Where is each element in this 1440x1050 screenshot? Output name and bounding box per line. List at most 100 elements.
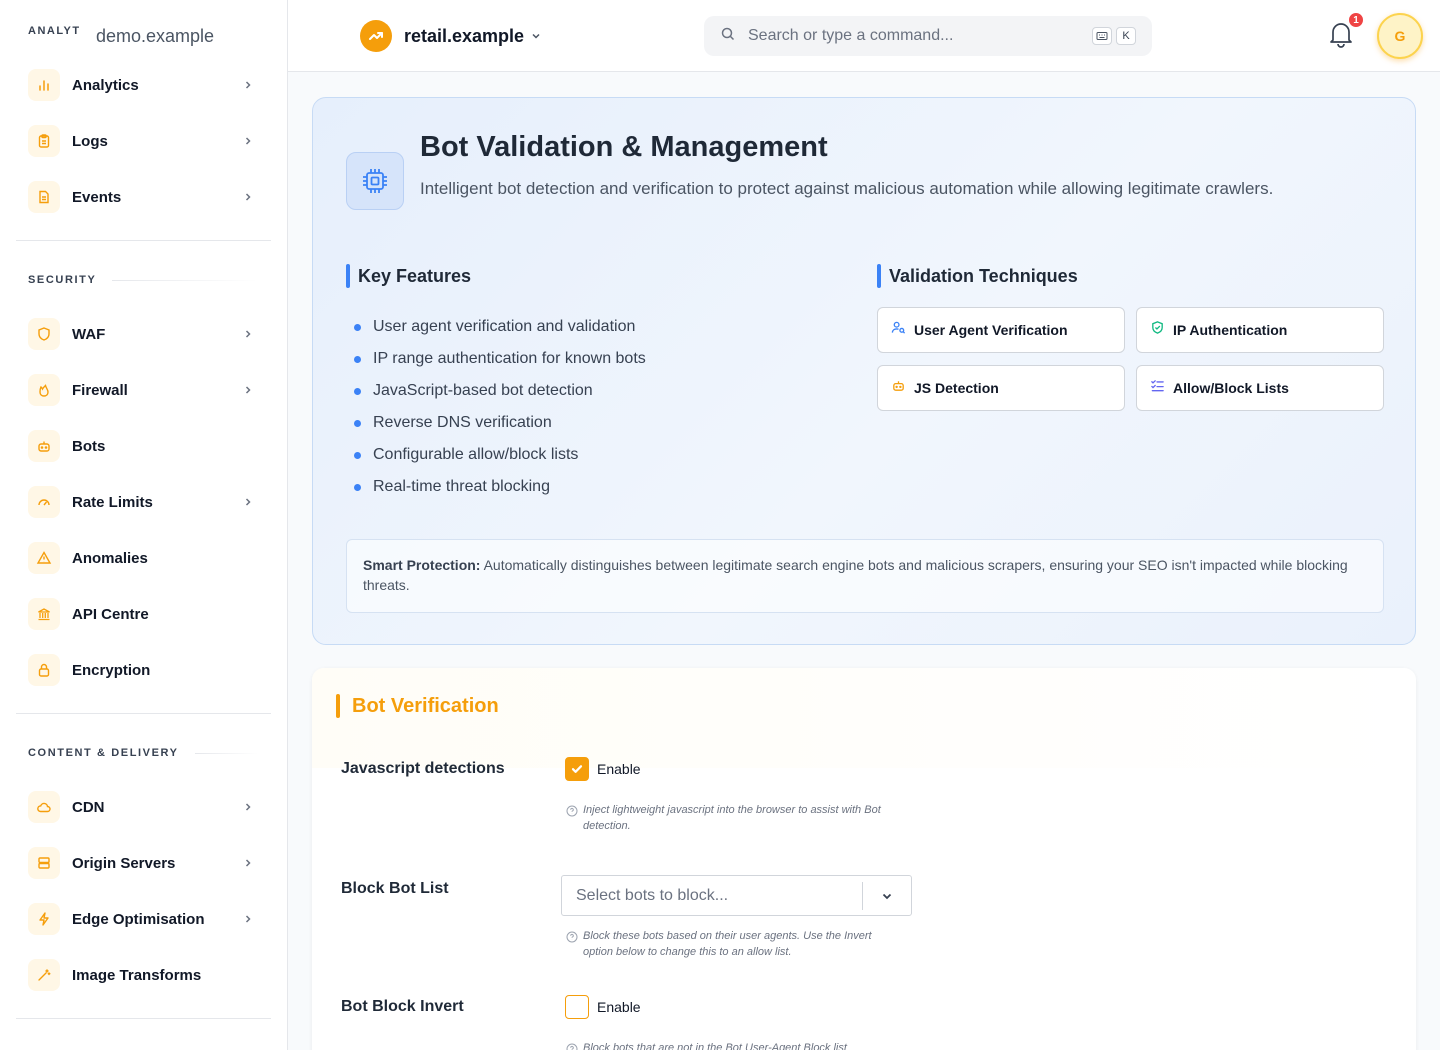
js-detection-checkbox[interactable] bbox=[565, 757, 589, 781]
sidebar-item-label: Events bbox=[72, 188, 122, 206]
key-features-list: User agent verification and validation I… bbox=[354, 311, 646, 503]
key-features-heading: Key Features bbox=[346, 264, 471, 288]
chevron-down-icon[interactable] bbox=[863, 889, 911, 903]
section-heading-security: SECURITY bbox=[28, 274, 258, 286]
list-item: IP range authentication for known bots bbox=[354, 343, 646, 375]
trend-up-icon bbox=[360, 20, 392, 52]
list-item: JavaScript-based bot detection bbox=[354, 375, 646, 407]
sidebar-item-label: Firewall bbox=[72, 381, 128, 399]
smart-protection-note: Smart Protection: Automatically distingu… bbox=[346, 539, 1384, 613]
sidebar-item-label: Bots bbox=[72, 437, 106, 455]
keyboard-icon bbox=[1092, 27, 1112, 45]
technique-allow-block-lists[interactable]: Allow/Block Lists bbox=[1136, 365, 1384, 411]
help-circle-icon bbox=[566, 804, 578, 817]
help-text: Block these bots based on their user age… bbox=[583, 930, 872, 958]
block-bot-list-label: Block Bot List bbox=[341, 880, 449, 897]
sidebar-item-label: API Centre bbox=[72, 605, 149, 623]
user-search-icon bbox=[891, 320, 906, 340]
shield-check-icon bbox=[1150, 320, 1165, 340]
page-description: Intelligent bot detection and verificati… bbox=[420, 179, 1274, 198]
sidebar-item-analytics[interactable]: Analytics bbox=[28, 67, 260, 103]
sidebar-item-label: Analytics bbox=[72, 76, 139, 94]
technique-ip-authentication[interactable]: IP Authentication bbox=[1136, 307, 1384, 353]
sidebar-item-label: Image Transforms bbox=[72, 966, 202, 984]
select-placeholder: Select bots to block... bbox=[576, 886, 729, 904]
technique-label: JS Detection bbox=[914, 380, 999, 396]
sidebar-item-label: Rate Limits bbox=[72, 493, 153, 511]
section-title: Bot Verification bbox=[336, 694, 499, 718]
sidebar-item-label: CDN bbox=[72, 798, 105, 816]
bot-block-invert-toggle[interactable]: Enable bbox=[565, 995, 641, 1019]
bot-icon bbox=[891, 378, 906, 398]
list-check-icon bbox=[1150, 378, 1165, 398]
smart-protection-label: Smart Protection: bbox=[363, 557, 481, 573]
sidebar-item-firewall[interactable]: Firewall bbox=[28, 372, 260, 408]
sidebar-item-label: Origin Servers bbox=[72, 854, 176, 872]
technique-js-detection[interactable]: JS Detection bbox=[877, 365, 1125, 411]
sidebar-divider bbox=[16, 1018, 271, 1019]
list-item: User agent verification and validation bbox=[354, 311, 646, 343]
site-switcher[interactable]: retail.example bbox=[360, 20, 542, 52]
chevron-right-icon bbox=[240, 382, 256, 398]
sidebar-item-logs[interactable]: Logs bbox=[28, 123, 260, 159]
notification-count-badge: 1 bbox=[1347, 11, 1365, 29]
smart-protection-text: Automatically distinguishes between legi… bbox=[363, 557, 1348, 593]
account-domain[interactable]: demo.example bbox=[96, 26, 214, 47]
search-bar[interactable]: K bbox=[704, 16, 1152, 56]
block-bot-list-help: Block these bots based on their user age… bbox=[566, 928, 893, 960]
sidebar-divider bbox=[16, 713, 271, 714]
list-item: Real-time threat blocking bbox=[354, 471, 646, 503]
sidebar-header: ANALYT demo.example bbox=[0, 0, 287, 58]
sidebar-item-encryption[interactable]: Encryption bbox=[28, 652, 260, 688]
chevron-right-icon bbox=[240, 494, 256, 510]
bolt-icon bbox=[28, 903, 60, 935]
sidebar-item-image-transforms[interactable]: Image Transforms bbox=[28, 957, 260, 993]
technique-label: IP Authentication bbox=[1173, 322, 1288, 338]
sidebar-item-rate-limits[interactable]: Rate Limits bbox=[28, 484, 260, 520]
keyboard-shortcut: K bbox=[1092, 27, 1136, 45]
sidebar-item-api-centre[interactable]: API Centre bbox=[28, 596, 260, 632]
flame-icon bbox=[28, 374, 60, 406]
user-avatar[interactable]: G bbox=[1377, 13, 1423, 59]
validation-techniques-heading: Validation Techniques bbox=[877, 264, 1078, 288]
sidebar-item-anomalies[interactable]: Anomalies bbox=[28, 540, 260, 576]
technique-user-agent-verification[interactable]: User Agent Verification bbox=[877, 307, 1125, 353]
js-detection-label: Javascript detections bbox=[341, 760, 505, 777]
js-detection-help: Inject lightweight javascript into the b… bbox=[566, 802, 893, 834]
block-bot-list-select[interactable]: Select bots to block... bbox=[561, 875, 912, 916]
top-bar: retail.example K 1 G bbox=[288, 0, 1440, 72]
bank-icon bbox=[28, 598, 60, 630]
sidebar-item-events[interactable]: Events bbox=[28, 179, 260, 215]
search-input[interactable] bbox=[748, 27, 1078, 45]
sidebar-item-origin-servers[interactable]: Origin Servers bbox=[28, 845, 260, 881]
shield-icon bbox=[28, 318, 60, 350]
bot-block-invert-checkbox[interactable] bbox=[565, 995, 589, 1019]
sidebar-item-label: Anomalies bbox=[72, 549, 148, 567]
cpu-icon bbox=[346, 152, 404, 210]
sidebar-item-label: Edge Optimisation bbox=[72, 910, 205, 928]
technique-label: User Agent Verification bbox=[914, 322, 1068, 338]
js-detection-toggle[interactable]: Enable bbox=[565, 757, 641, 781]
chevron-right-icon bbox=[240, 189, 256, 205]
sidebar-item-bots[interactable]: Bots bbox=[28, 428, 260, 464]
technique-label: Allow/Block Lists bbox=[1173, 380, 1289, 396]
warning-icon bbox=[28, 542, 60, 574]
cloud-icon bbox=[28, 791, 60, 823]
chevron-right-icon bbox=[240, 911, 256, 927]
sidebar-item-cdn[interactable]: CDN bbox=[28, 789, 260, 825]
bot-management-overview-card: Bot Validation & Management Intelligent … bbox=[312, 97, 1416, 645]
sidebar-item-edge-optimisation[interactable]: Edge Optimisation bbox=[28, 901, 260, 937]
gauge-icon bbox=[28, 486, 60, 518]
sidebar: ANALYT demo.example Analytics Logs Event… bbox=[0, 0, 288, 1050]
clipboard-icon bbox=[28, 125, 60, 157]
bot-block-invert-help: Block bots that are not in the Bot User-… bbox=[566, 1040, 893, 1050]
chevron-right-icon bbox=[240, 77, 256, 93]
sidebar-item-waf[interactable]: WAF bbox=[28, 316, 260, 352]
help-text: Block bots that are not in the Bot User-… bbox=[583, 1042, 847, 1050]
bot-verification-settings-card: Bot Verification Javascript detections E… bbox=[312, 668, 1416, 1050]
chevron-right-icon bbox=[240, 326, 256, 342]
sidebar-divider bbox=[16, 240, 271, 241]
checkbox-label: Enable bbox=[597, 999, 641, 1015]
help-circle-icon bbox=[566, 1042, 578, 1050]
search-icon bbox=[720, 26, 736, 47]
